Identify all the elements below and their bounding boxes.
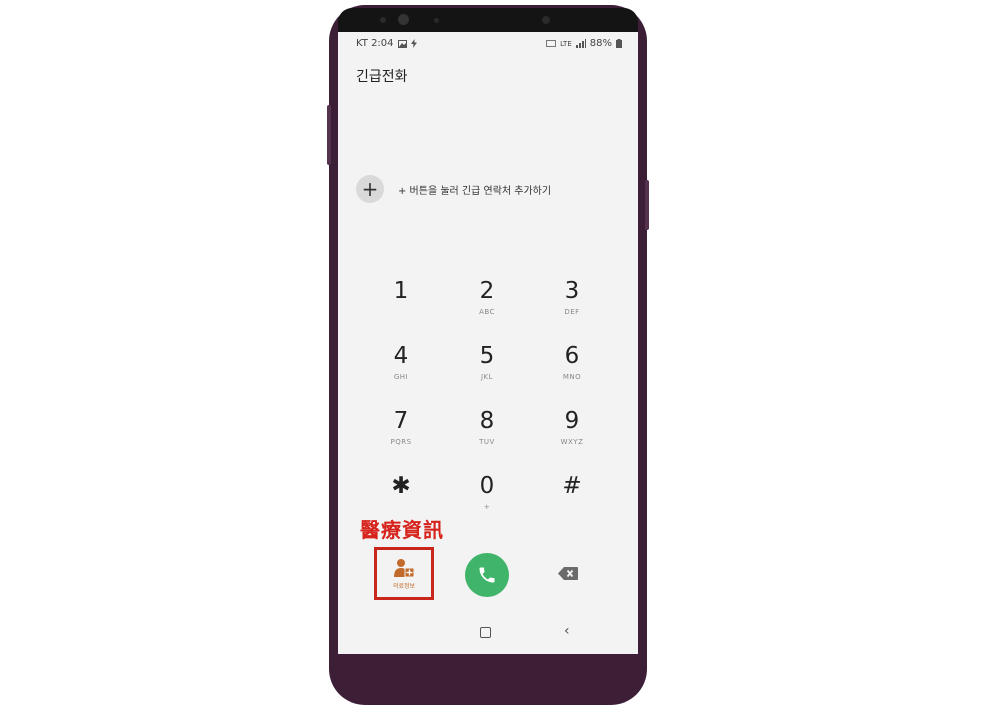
medical-info-label: 의료정보: [392, 582, 416, 590]
front-camera: [398, 14, 409, 25]
key-letters: DEF: [564, 308, 580, 316]
key-letters: PQRS: [390, 438, 412, 446]
image-icon: [397, 39, 407, 48]
page-title: 긴급전화: [356, 69, 408, 85]
add-contact-hint: + 버튼을 눌러 긴급 연락처 추가하기: [398, 185, 552, 197]
sensor-dot: [434, 18, 439, 23]
key-digit: 3: [564, 278, 580, 304]
key-8[interactable]: 8 TUV: [447, 407, 527, 467]
key-digit: 4: [393, 343, 409, 369]
key-digit: 2: [479, 278, 495, 304]
person-medical-icon: [394, 558, 415, 577]
battery-icon: [616, 39, 622, 48]
dialer-action-row: 의료정보: [338, 547, 638, 600]
iris-sensor: [542, 16, 550, 24]
key-0[interactable]: 0 +: [447, 472, 527, 532]
key-letters: TUV: [479, 438, 495, 446]
key-digit: 6: [564, 343, 580, 369]
key-digit: 1: [393, 278, 409, 304]
key-2[interactable]: 2 ABC: [447, 277, 527, 337]
key-1[interactable]: 1: [361, 277, 441, 337]
key-digit: 8: [479, 408, 495, 434]
status-bar: KT 2:04 LTE 88%: [338, 32, 638, 54]
key-3[interactable]: 3 DEF: [532, 277, 612, 337]
key-letters: MNO: [562, 373, 582, 381]
key-letters: +: [483, 503, 491, 511]
key-letters: ABC: [479, 308, 495, 316]
add-emergency-contact-row[interactable]: + + 버튼을 눌러 긴급 연락처 추가하기: [356, 175, 551, 203]
network-type: LTE: [560, 39, 572, 48]
backspace-button[interactable]: [558, 565, 578, 584]
key-digit: 7: [393, 408, 409, 434]
call-button[interactable]: [465, 553, 509, 597]
backspace-icon: [558, 567, 578, 580]
chevron-left-icon[interactable]: ‹: [564, 623, 570, 639]
navigation-bar: ‹: [338, 622, 638, 646]
key-letters: JKL: [480, 373, 494, 381]
key-hash[interactable]: #: [532, 472, 612, 532]
key-digit: 5: [479, 343, 495, 369]
phone-side-button: [327, 105, 331, 165]
key-digit: 9: [564, 408, 580, 434]
key-9[interactable]: 9 WXYZ: [532, 407, 612, 467]
signal-icon: [575, 39, 586, 48]
sensor-dot: [380, 17, 386, 23]
medical-info-annotation: 醫療資訊: [360, 518, 444, 542]
phone-top-bezel: [338, 8, 638, 32]
key-6[interactable]: 6 MNO: [532, 342, 612, 402]
key-letters: WXYZ: [560, 438, 584, 446]
key-digit: 0: [479, 473, 495, 499]
phone-side-button: [645, 180, 649, 230]
carrier-time: KT 2:04: [356, 38, 394, 49]
key-4[interactable]: 4 GHI: [361, 342, 441, 402]
phone-screen: KT 2:04 LTE 88% 긴급전화 + + 버튼을 눌러 긴급 연락처 추…: [338, 32, 638, 654]
add-contact-button[interactable]: +: [356, 175, 384, 203]
key-digit: #: [562, 473, 582, 499]
phone-icon: [479, 567, 495, 583]
key-digit: ✱: [391, 473, 411, 499]
home-square-icon[interactable]: [480, 627, 491, 638]
key-7[interactable]: 7 PQRS: [361, 407, 441, 467]
volte-icon: [546, 40, 557, 47]
key-5[interactable]: 5 JKL: [447, 342, 527, 402]
key-letters: GHI: [393, 373, 409, 381]
medical-info-button[interactable]: 의료정보: [374, 547, 434, 600]
battery-level: 88%: [589, 38, 612, 49]
lightning-icon: [410, 39, 417, 48]
